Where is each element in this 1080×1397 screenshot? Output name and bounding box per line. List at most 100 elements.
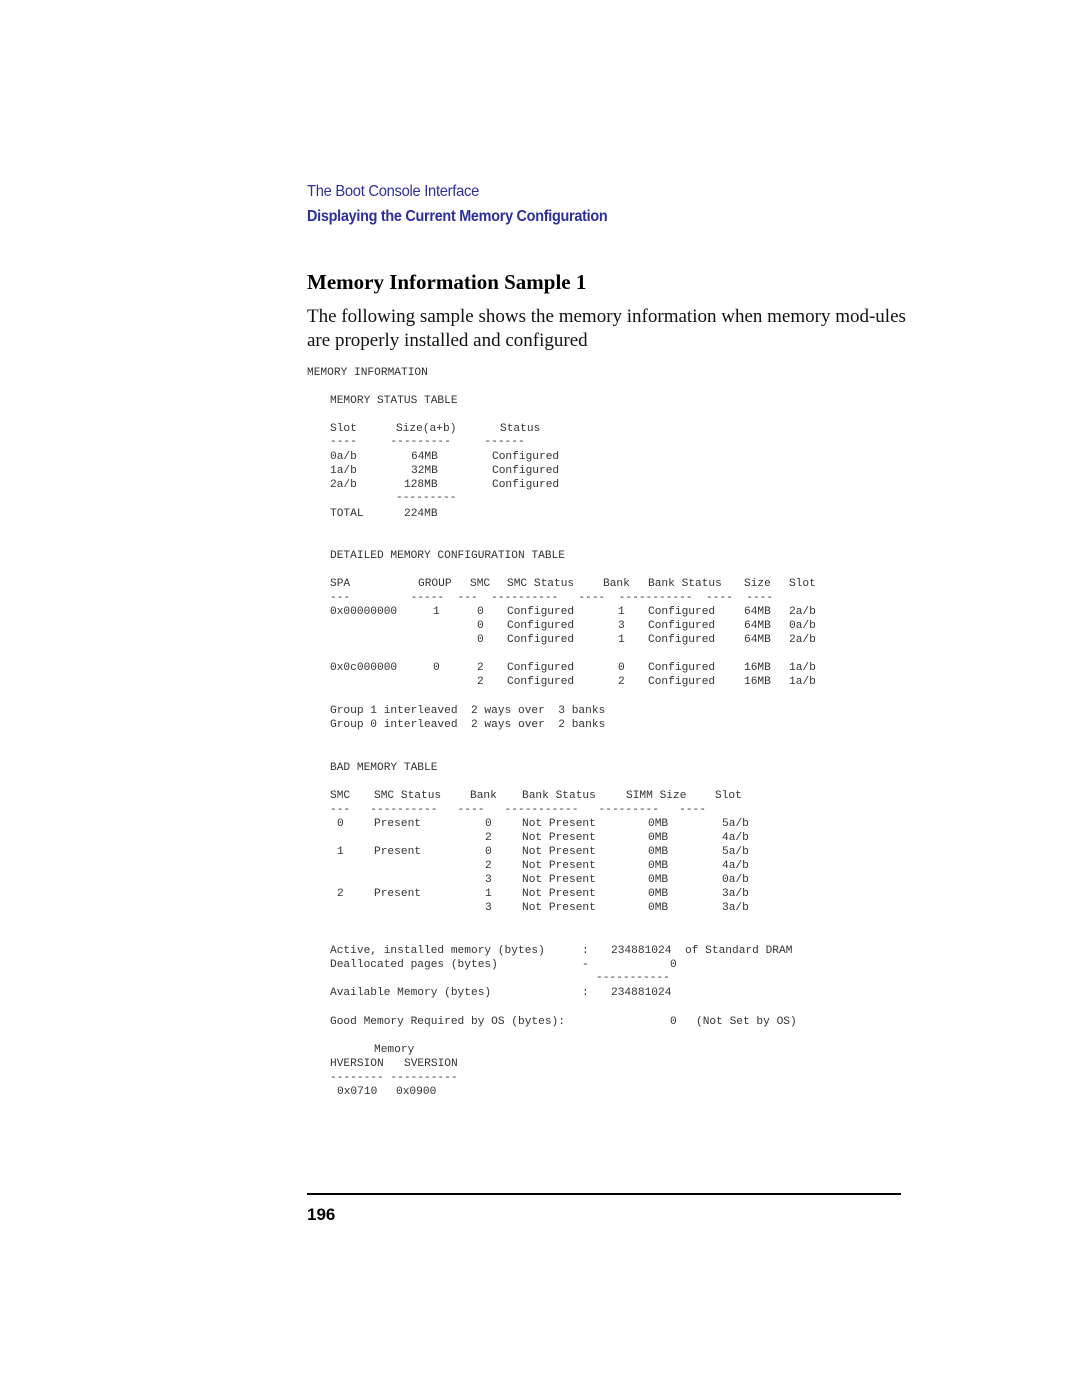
bad-col-smc-status: SMC Status bbox=[374, 790, 442, 802]
cell-bank: 0 bbox=[485, 846, 492, 858]
cell-smc: 0 bbox=[477, 634, 484, 646]
bad-col-smc: SMC bbox=[330, 790, 351, 802]
cell-simm-size: 0MB bbox=[648, 832, 669, 844]
cell-slot: 1a/b bbox=[789, 662, 816, 674]
status-row-size: 128MB bbox=[404, 479, 438, 491]
cell-bank-status: Not Present bbox=[522, 874, 596, 886]
cell-smc: 2 bbox=[477, 676, 484, 688]
cell-simm-size: 0MB bbox=[648, 860, 669, 872]
cell-slot: 5a/b bbox=[722, 818, 749, 830]
status-row-slot: 2a/b bbox=[330, 479, 357, 491]
cell-bank-status: Not Present bbox=[522, 846, 596, 858]
cell-simm-size: 0MB bbox=[648, 818, 669, 830]
cell-bank-status: Not Present bbox=[522, 888, 596, 900]
bad-col-bank-status: Bank Status bbox=[522, 790, 596, 802]
cell-smc-status: Configured bbox=[507, 676, 575, 688]
config-table-title: DETAILED MEMORY CONFIGURATION TABLE bbox=[330, 550, 565, 562]
page-number: 196 bbox=[307, 1205, 336, 1224]
cell-spa: 0x00000000 bbox=[330, 606, 398, 618]
cell-size: 16MB bbox=[744, 662, 771, 674]
sversion-label: SVERSION bbox=[404, 1058, 458, 1070]
cell-smc: 2 bbox=[477, 662, 484, 674]
cell-smc-status: Configured bbox=[507, 662, 575, 674]
cell-slot: 3a/b bbox=[722, 888, 749, 900]
active-memory-suffix: of Standard DRAM bbox=[685, 945, 793, 957]
cell-size: 64MB bbox=[744, 634, 771, 646]
available-memory-label: Available Memory (bytes) bbox=[330, 987, 492, 999]
cell-bank: 2 bbox=[485, 860, 492, 872]
cell-bank-status: Not Present bbox=[522, 860, 596, 872]
cell-slot: 0a/b bbox=[789, 620, 816, 632]
running-header-section: Displaying the Current Memory Configurat… bbox=[307, 208, 608, 225]
cell-smc: 0 bbox=[337, 818, 344, 830]
status-total-divider: --------- bbox=[396, 492, 457, 504]
cell-smc-status: Present bbox=[374, 818, 421, 830]
bad-col-bank: Bank bbox=[470, 790, 497, 802]
bad-col-simm-size: SIMM Size bbox=[626, 790, 687, 802]
summary-divider: ----------- bbox=[596, 972, 670, 984]
deallocated-pages-sep: - bbox=[582, 959, 589, 971]
cell-smc: 0 bbox=[477, 620, 484, 632]
cell-simm-size: 0MB bbox=[648, 874, 669, 886]
cell-bank-status: Not Present bbox=[522, 832, 596, 844]
status-total-label: TOTAL bbox=[330, 508, 364, 520]
active-memory-label: Active, installed memory (bytes) bbox=[330, 945, 545, 957]
cell-smc-status: Configured bbox=[507, 606, 575, 618]
config-col-smc-status: SMC Status bbox=[507, 578, 575, 590]
hversion-label: HVERSION bbox=[330, 1058, 384, 1070]
good-memory-suffix: (Not Set by OS) bbox=[696, 1016, 797, 1028]
cell-bank-status: Not Present bbox=[522, 902, 596, 914]
good-memory-value: 0 bbox=[670, 1016, 677, 1028]
active-memory-sep: : bbox=[582, 945, 589, 957]
cell-size: 16MB bbox=[744, 676, 771, 688]
bad-divider: --- ---------- ---- ----------- --------… bbox=[330, 804, 706, 816]
cell-slot: 4a/b bbox=[722, 832, 749, 844]
running-header-chapter: The Boot Console Interface bbox=[307, 183, 480, 200]
cell-bank: 0 bbox=[485, 818, 492, 830]
status-row-status: Configured bbox=[492, 479, 560, 491]
cell-bank: 3 bbox=[485, 874, 492, 886]
cell-slot: 2a/b bbox=[789, 606, 816, 618]
cell-simm-size: 0MB bbox=[648, 846, 669, 858]
cell-slot: 5a/b bbox=[722, 846, 749, 858]
cell-bank-status: Not Present bbox=[522, 818, 596, 830]
cell-bank: 3 bbox=[618, 620, 625, 632]
cell-bank: 3 bbox=[485, 902, 492, 914]
deallocated-pages-label: Deallocated pages (bytes) bbox=[330, 959, 498, 971]
status-row-size: 32MB bbox=[411, 465, 438, 477]
cell-smc-status: Present bbox=[374, 888, 421, 900]
bad-col-slot: Slot bbox=[715, 790, 742, 802]
config-col-bank: Bank bbox=[603, 578, 630, 590]
cell-smc: 0 bbox=[477, 606, 484, 618]
cell-bank-status: Configured bbox=[648, 606, 716, 618]
intro-paragraph: The following sample shows the memory in… bbox=[307, 306, 906, 351]
config-col-size: Size bbox=[744, 578, 771, 590]
status-total-value: 224MB bbox=[404, 508, 438, 520]
available-memory-sep: : bbox=[582, 987, 589, 999]
status-col-size: Size(a+b) bbox=[396, 423, 457, 435]
config-col-spa: SPA bbox=[330, 578, 351, 590]
interleave-line: Group 0 interleaved 2 ways over 2 banks bbox=[330, 719, 606, 731]
cell-bank-status: Configured bbox=[648, 620, 716, 632]
status-table-title: MEMORY STATUS TABLE bbox=[330, 395, 458, 407]
cell-slot: 0a/b bbox=[722, 874, 749, 886]
cell-bank: 1 bbox=[485, 888, 492, 900]
version-divider: -------- ---------- bbox=[330, 1072, 458, 1084]
active-memory-value: 234881024 bbox=[611, 945, 672, 957]
memory-information-heading: MEMORY INFORMATION bbox=[307, 367, 428, 379]
cell-smc-status: Present bbox=[374, 846, 421, 858]
status-divider: ---- --------- ------ bbox=[330, 436, 525, 448]
cell-slot: 4a/b bbox=[722, 860, 749, 872]
status-row-size: 64MB bbox=[411, 451, 438, 463]
interleave-line: Group 1 interleaved 2 ways over 3 banks bbox=[330, 705, 606, 717]
status-row-slot: 0a/b bbox=[330, 451, 357, 463]
cell-bank-status: Configured bbox=[648, 634, 716, 646]
status-col-slot: Slot bbox=[330, 423, 357, 435]
cell-group: 1 bbox=[433, 606, 440, 618]
cell-bank: 2 bbox=[618, 676, 625, 688]
cell-bank-status: Configured bbox=[648, 676, 716, 688]
cell-simm-size: 0MB bbox=[648, 902, 669, 914]
config-col-smc: SMC bbox=[470, 578, 491, 590]
status-row-slot: 1a/b bbox=[330, 465, 357, 477]
status-col-status: Status bbox=[500, 423, 541, 435]
